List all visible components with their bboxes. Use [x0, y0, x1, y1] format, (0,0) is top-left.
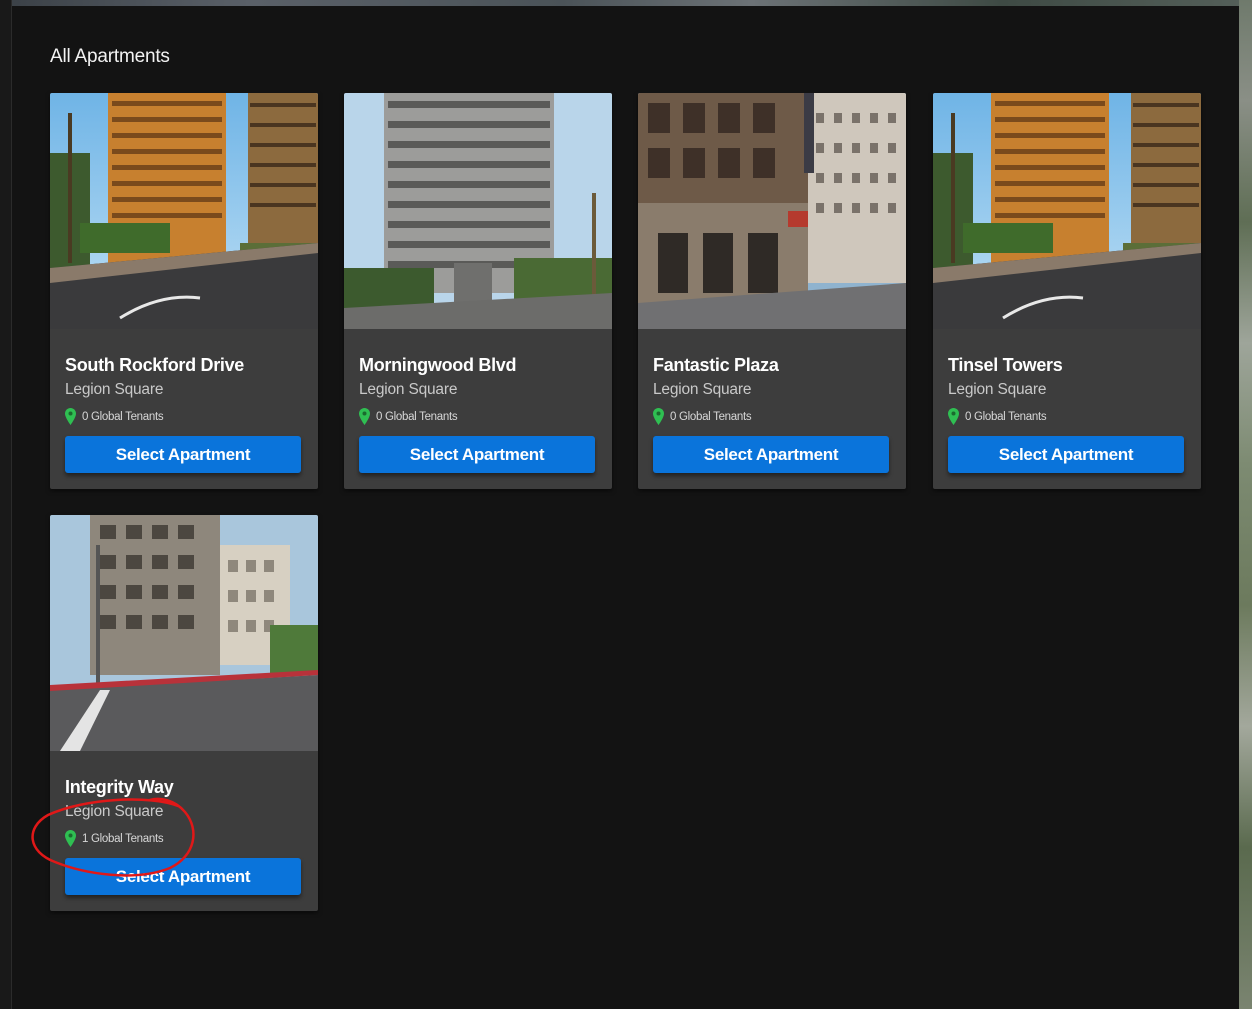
map-pin-icon	[65, 830, 76, 848]
select-apartment-button[interactable]: Select Apartment	[948, 436, 1184, 473]
apartment-area: Legion Square	[65, 381, 164, 398]
apartment-photo	[344, 93, 612, 329]
select-apartment-button[interactable]: Select Apartment	[65, 436, 301, 473]
tenant-count: 0 Global Tenants	[965, 411, 1047, 423]
apartment-photo	[638, 93, 906, 329]
map-pin-icon	[65, 408, 76, 426]
tenant-count: 0 Global Tenants	[82, 411, 164, 423]
apartment-photo	[50, 515, 318, 751]
game-world-background-left	[0, 0, 12, 1009]
map-pin-icon	[359, 408, 370, 426]
tenant-count-row: 1 Global Tenants	[65, 829, 164, 849]
select-apartment-button[interactable]: Select Apartment	[65, 858, 301, 895]
tenant-count-row: 0 Global Tenants	[948, 407, 1047, 427]
apartment-card-integrity-way: Integrity Way Legion Square 1 Global Ten…	[50, 515, 318, 911]
select-apartment-button[interactable]: Select Apartment	[653, 436, 889, 473]
tenant-count-row: 0 Global Tenants	[65, 407, 164, 427]
tenant-count-row: 0 Global Tenants	[653, 407, 752, 427]
select-apartment-button[interactable]: Select Apartment	[359, 436, 595, 473]
apartment-card-tinsel-towers: Tinsel Towers Legion Square 0 Global Ten…	[933, 93, 1201, 489]
tenant-count: 0 Global Tenants	[670, 411, 752, 423]
apartment-name: South Rockford Drive	[65, 355, 245, 375]
tenant-count-row: 0 Global Tenants	[359, 407, 458, 427]
apartment-area: Legion Square	[653, 381, 752, 398]
apartment-area: Legion Square	[948, 381, 1047, 398]
apartment-card-fantastic-plaza: Fantastic Plaza Legion Square 0 Global T…	[638, 93, 906, 489]
apartment-name: Morningwood Blvd	[359, 355, 517, 375]
apartment-area: Legion Square	[359, 381, 458, 398]
apartment-name: Integrity Way	[65, 777, 174, 797]
apartment-card-south-rockford-drive: South Rockford Drive Legion Square 0 Glo…	[50, 93, 318, 489]
apartment-name: Fantastic Plaza	[653, 355, 779, 375]
map-pin-icon	[948, 408, 959, 426]
apartment-area: Legion Square	[65, 803, 164, 820]
apartment-photo	[50, 93, 318, 329]
game-world-background-right	[1239, 0, 1252, 1009]
tenant-count: 1 Global Tenants	[82, 833, 164, 845]
apartment-selection-panel: All Apartments South Rockford Drive Legi…	[12, 6, 1239, 1009]
apartment-photo	[933, 93, 1201, 329]
apartment-name: Tinsel Towers	[948, 355, 1063, 375]
page-title: All Apartments	[50, 46, 170, 67]
map-pin-icon	[653, 408, 664, 426]
tenant-count: 0 Global Tenants	[376, 411, 458, 423]
apartment-card-morningwood-blvd: Morningwood Blvd Legion Square 0 Global …	[344, 93, 612, 489]
